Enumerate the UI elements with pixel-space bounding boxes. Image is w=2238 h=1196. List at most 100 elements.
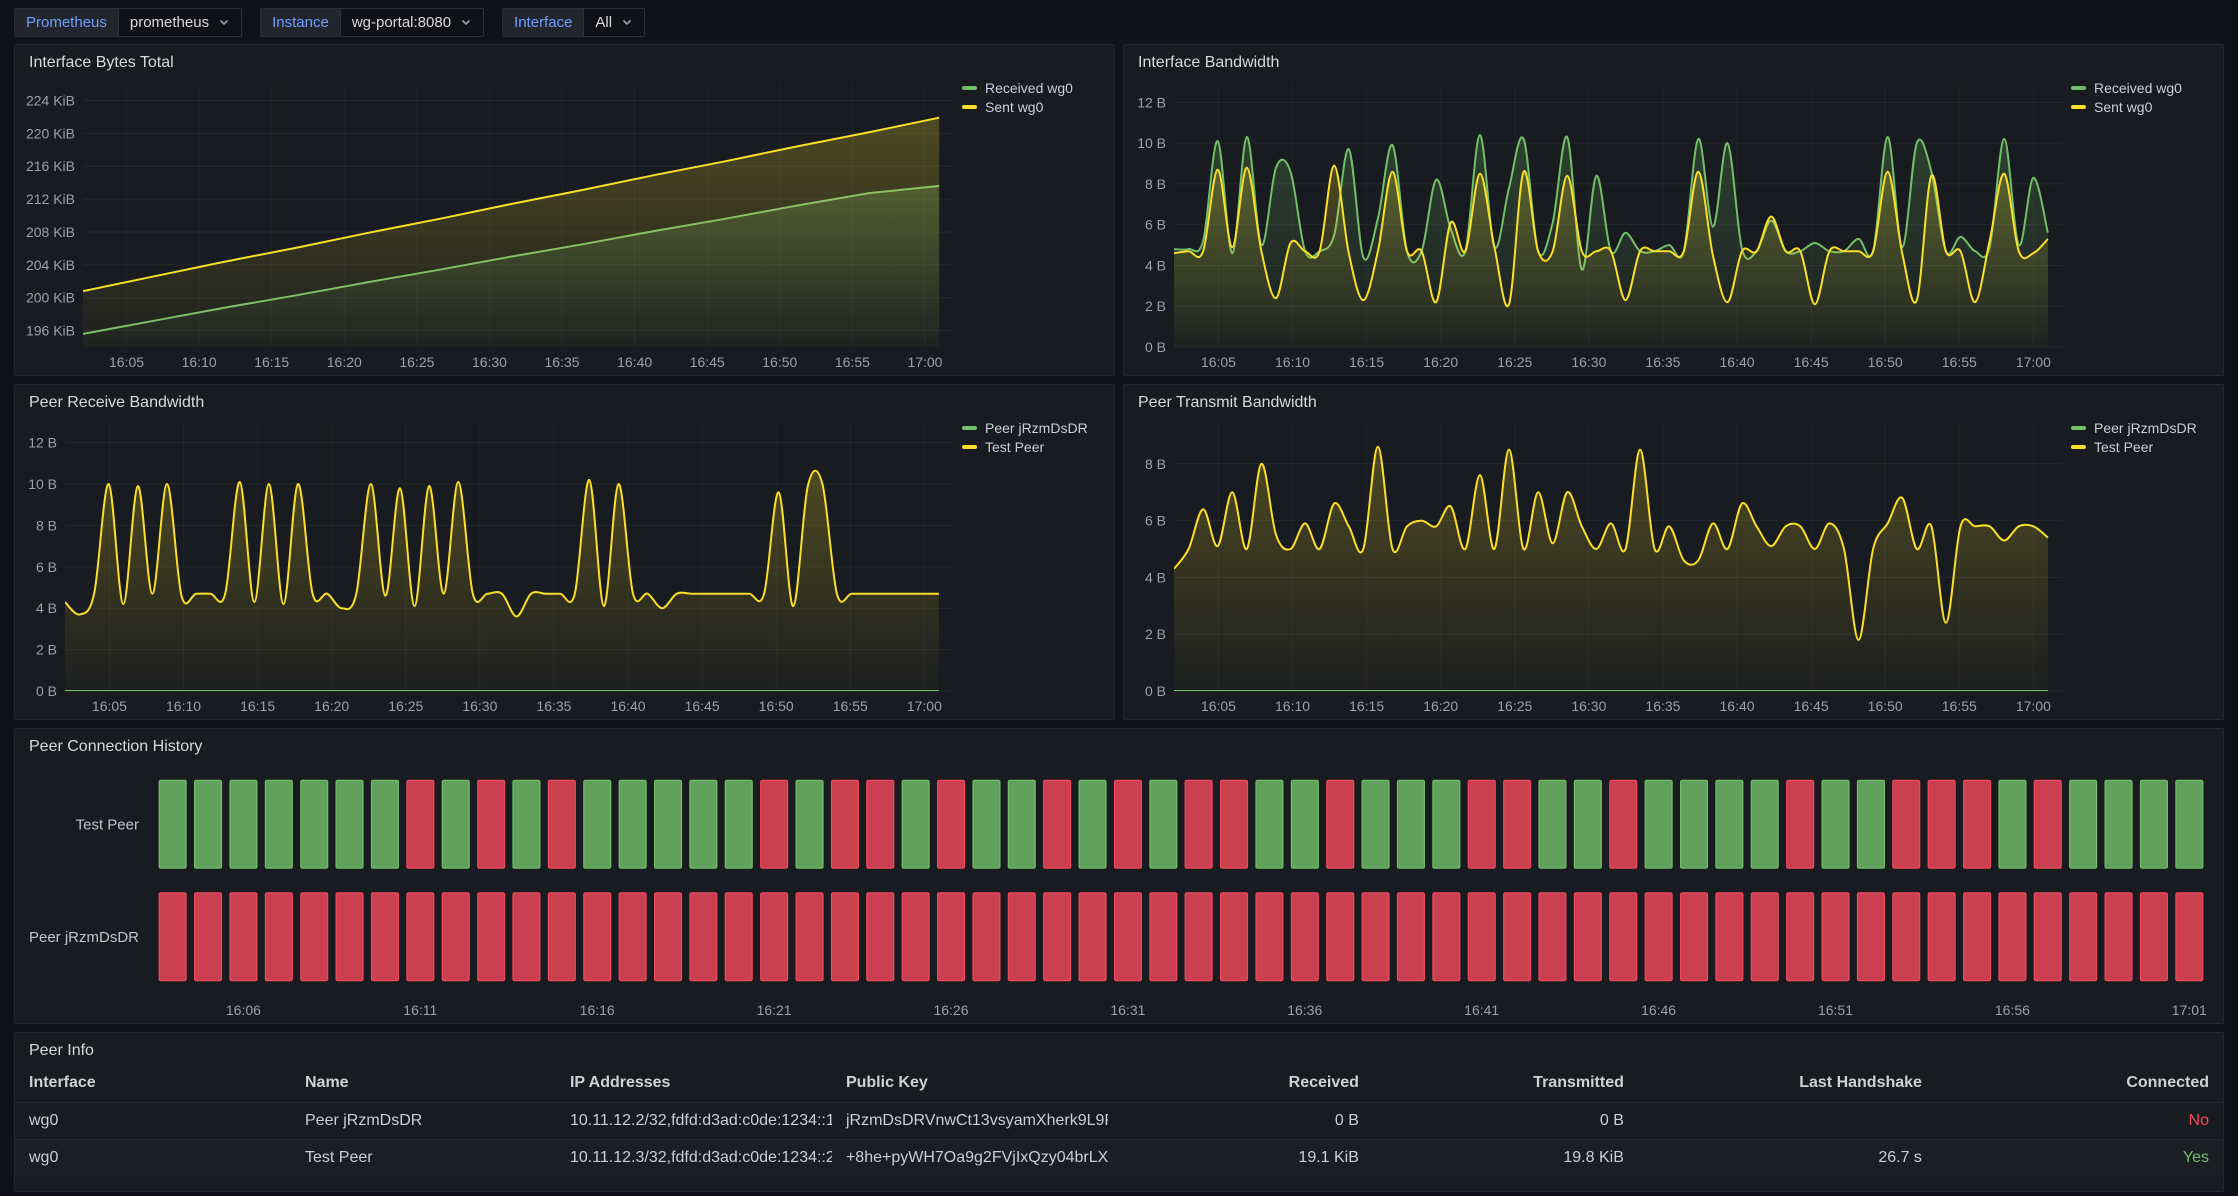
dashboard-variables-toolbar: Prometheus prometheus Instance wg-portal… <box>0 0 2238 44</box>
variable-instance-dropdown[interactable]: wg-portal:8080 <box>340 8 484 37</box>
svg-text:16:10: 16:10 <box>1275 698 1310 714</box>
legend: Received wg0 Sent wg0 <box>962 74 1114 375</box>
column-header-interface[interactable]: Interface <box>15 1064 291 1103</box>
svg-text:16:05: 16:05 <box>109 354 144 370</box>
svg-text:16:36: 16:36 <box>1287 1002 1322 1018</box>
svg-text:208 KiB: 208 KiB <box>26 224 75 240</box>
panel-title[interactable]: Interface Bandwidth <box>1124 45 2223 74</box>
panel-title[interactable]: Peer Receive Bandwidth <box>15 385 1114 414</box>
svg-text:4 B: 4 B <box>1145 257 1166 273</box>
svg-text:2 B: 2 B <box>1145 298 1166 314</box>
legend-item-received-wg0[interactable]: Received wg0 <box>962 80 1104 96</box>
svg-text:17:00: 17:00 <box>907 698 942 714</box>
svg-text:16:06: 16:06 <box>226 1002 261 1018</box>
svg-text:16:45: 16:45 <box>1794 698 1829 714</box>
svg-text:16:21: 16:21 <box>757 1002 792 1018</box>
svg-text:4 B: 4 B <box>1145 569 1166 585</box>
legend-label: Test Peer <box>2094 439 2153 455</box>
svg-text:16:05: 16:05 <box>1201 354 1236 370</box>
column-header-name[interactable]: Name <box>291 1064 556 1103</box>
svg-text:16:45: 16:45 <box>690 354 725 370</box>
svg-text:16:15: 16:15 <box>254 354 289 370</box>
legend-item-peer-jrzmdsdr[interactable]: Peer jRzmDsDR <box>962 420 1104 436</box>
svg-text:16:10: 16:10 <box>1275 354 1310 370</box>
panel-title[interactable]: Peer Info <box>15 1033 2223 1062</box>
legend-item-peer-jrzmdsdr[interactable]: Peer jRzmDsDR <box>2071 420 2213 436</box>
legend-color-icon <box>2071 105 2086 109</box>
column-header-connected[interactable]: Connected <box>1936 1064 2223 1103</box>
time-series-svg: 0 B2 B4 B6 B8 B10 B12 B16:0516:1016:1516… <box>1124 74 2071 375</box>
cell-name: Test Peer <box>291 1140 556 1177</box>
legend-color-icon <box>962 105 977 109</box>
svg-text:0 B: 0 B <box>1145 683 1166 699</box>
svg-text:12 B: 12 B <box>1137 94 1166 110</box>
svg-text:16:10: 16:10 <box>182 354 217 370</box>
svg-text:16:30: 16:30 <box>462 698 497 714</box>
panel-title[interactable]: Peer Transmit Bandwidth <box>1124 385 2223 414</box>
legend-item-sent-wg0[interactable]: Sent wg0 <box>962 99 1104 115</box>
svg-text:16:50: 16:50 <box>1868 698 1903 714</box>
column-header-received[interactable]: Received <box>1108 1064 1373 1103</box>
chevron-down-icon <box>460 16 472 28</box>
svg-text:16:20: 16:20 <box>1423 354 1458 370</box>
legend-color-icon <box>2071 426 2086 430</box>
variable-interface-dropdown[interactable]: All <box>583 8 645 37</box>
svg-text:0 B: 0 B <box>36 683 57 699</box>
svg-text:16:51: 16:51 <box>1818 1002 1853 1018</box>
variable-instance-label: Instance <box>260 8 340 37</box>
cell-connected: Yes <box>1936 1140 2223 1177</box>
variable-prometheus-dropdown[interactable]: prometheus <box>118 8 242 37</box>
variable-prometheus: Prometheus prometheus <box>14 8 242 37</box>
svg-text:224 KiB: 224 KiB <box>26 92 75 108</box>
svg-text:16:50: 16:50 <box>1868 354 1903 370</box>
legend: Peer jRzmDsDR Test Peer <box>962 414 1114 719</box>
panel-peer-receive-bandwidth: Peer Receive Bandwidth 0 B2 B4 B6 B8 B10… <box>14 384 1115 720</box>
variable-prometheus-label: Prometheus <box>14 8 118 37</box>
interface-bandwidth-chart[interactable]: 0 B2 B4 B6 B8 B10 B12 B16:0516:1016:1516… <box>1124 74 2071 375</box>
panel-title[interactable]: Interface Bytes Total <box>15 45 1114 74</box>
variable-interface: Interface All <box>502 8 645 37</box>
legend-item-test-peer[interactable]: Test Peer <box>962 439 1104 455</box>
svg-text:16:55: 16:55 <box>833 698 868 714</box>
variable-interface-label: Interface <box>502 8 583 37</box>
time-series-svg: 0 B2 B4 B6 B8 B16:0516:1016:1516:2016:25… <box>1124 414 2071 719</box>
svg-text:6 B: 6 B <box>1145 217 1166 233</box>
svg-text:17:00: 17:00 <box>907 354 942 370</box>
svg-text:16:25: 16:25 <box>399 354 434 370</box>
svg-text:16:55: 16:55 <box>835 354 870 370</box>
legend-item-test-peer[interactable]: Test Peer <box>2071 439 2213 455</box>
svg-text:220 KiB: 220 KiB <box>26 125 75 141</box>
column-header-last-handshake[interactable]: Last Handshake <box>1638 1064 1936 1103</box>
svg-text:16:35: 16:35 <box>536 698 571 714</box>
svg-text:16:11: 16:11 <box>403 1002 437 1018</box>
legend-color-icon <box>962 426 977 430</box>
cell-last_handshake <box>1638 1103 1936 1140</box>
legend-item-received-wg0[interactable]: Received wg0 <box>2071 80 2213 96</box>
cell-name: Peer jRzmDsDR <box>291 1103 556 1140</box>
legend: Peer jRzmDsDR Test Peer <box>2071 414 2223 719</box>
panel-peer-transmit-bandwidth: Peer Transmit Bandwidth 0 B2 B4 B6 B8 B1… <box>1123 384 2224 720</box>
interface-bytes-total-chart[interactable]: 196 KiB200 KiB204 KiB208 KiB212 KiB216 K… <box>15 74 962 375</box>
panel-peer-info: Peer Info InterfaceNameIP AddressesPubli… <box>14 1032 2224 1192</box>
peer-receive-bandwidth-chart[interactable]: 0 B2 B4 B6 B8 B10 B12 B16:0516:1016:1516… <box>15 414 962 719</box>
column-header-transmitted[interactable]: Transmitted <box>1373 1064 1638 1103</box>
table-row: wg0Peer jRzmDsDR10.11.12.2/32,fdfd:d3ad:… <box>15 1103 2223 1140</box>
peer-info-table-wrap: InterfaceNameIP AddressesPublic KeyRecei… <box>15 1062 2223 1191</box>
peer-transmit-bandwidth-chart[interactable]: 0 B2 B4 B6 B8 B16:0516:1016:1516:2016:25… <box>1124 414 2071 719</box>
legend-label: Sent wg0 <box>985 99 1043 115</box>
svg-text:12 B: 12 B <box>28 435 57 451</box>
legend-label: Received wg0 <box>985 80 1073 96</box>
svg-text:16:30: 16:30 <box>1571 698 1606 714</box>
svg-text:4 B: 4 B <box>36 600 57 616</box>
svg-text:16:50: 16:50 <box>762 354 797 370</box>
panel-peer-connection-history: Peer Connection History Test PeerPeer jR… <box>14 728 2224 1024</box>
column-header-public-key[interactable]: Public Key <box>832 1064 1108 1103</box>
svg-text:17:00: 17:00 <box>2016 698 2051 714</box>
table-header-row: InterfaceNameIP AddressesPublic KeyRecei… <box>15 1064 2223 1103</box>
peer-connection-history-chart[interactable]: Test PeerPeer jRzmDsDR16:0616:1116:1616:… <box>15 758 2223 1023</box>
column-header-ip-addresses[interactable]: IP Addresses <box>556 1064 832 1103</box>
svg-text:16:46: 16:46 <box>1641 1002 1676 1018</box>
legend-item-sent-wg0[interactable]: Sent wg0 <box>2071 99 2213 115</box>
cell-connected: No <box>1936 1103 2223 1140</box>
panel-title[interactable]: Peer Connection History <box>15 729 2223 758</box>
